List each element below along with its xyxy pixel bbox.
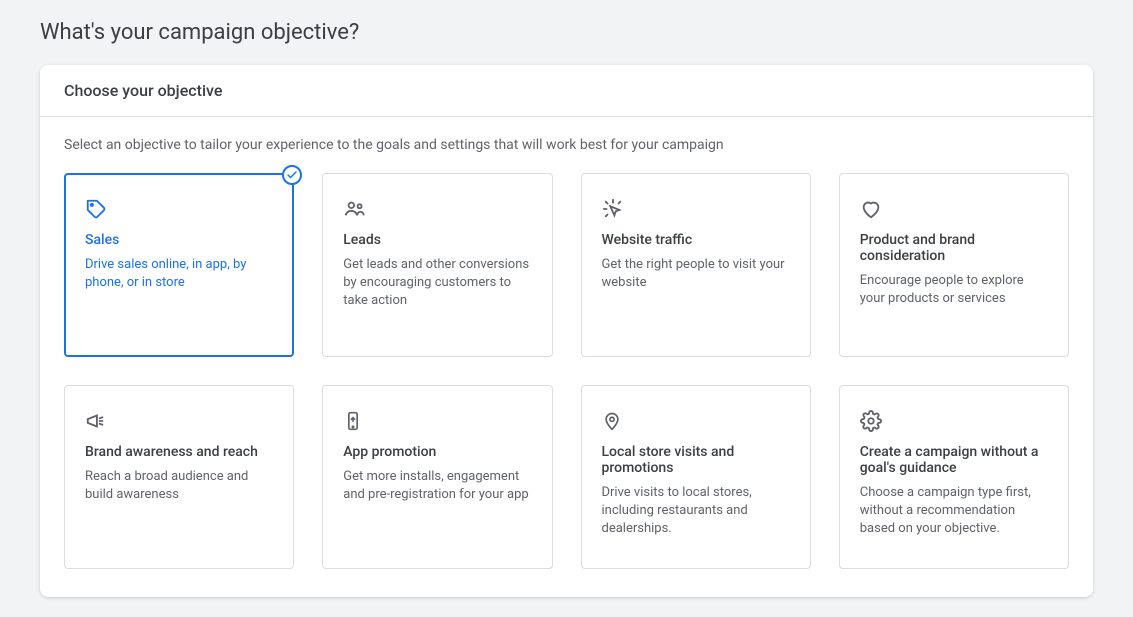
panel-header: Choose your objective <box>40 65 1093 117</box>
card-desc: Reach a broad audience and build awarene… <box>85 468 273 504</box>
selected-check-icon <box>282 165 302 185</box>
objective-card-app-promotion[interactable]: App promotion Get more installs, engagem… <box>322 385 552 569</box>
objective-card-website-traffic[interactable]: Website traffic Get the right people to … <box>581 173 811 357</box>
objective-grid: Sales Drive sales online, in app, by pho… <box>64 173 1069 569</box>
map-pin-icon <box>602 406 790 436</box>
objective-card-sales[interactable]: Sales Drive sales online, in app, by pho… <box>64 173 294 357</box>
card-title: Leads <box>343 232 531 248</box>
objective-card-brand-awareness[interactable]: Brand awareness and reach Reach a broad … <box>64 385 294 569</box>
people-icon <box>343 194 531 224</box>
card-title: Brand awareness and reach <box>85 444 273 460</box>
gear-icon <box>860 406 1048 436</box>
objective-panel: Choose your objective Select an objectiv… <box>40 65 1093 597</box>
card-desc: Drive visits to local stores, including … <box>602 484 790 539</box>
card-desc: Encourage people to explore your product… <box>860 272 1048 308</box>
card-title: Website traffic <box>602 232 790 248</box>
objective-card-no-goal[interactable]: Create a campaign without a goal's guida… <box>839 385 1069 569</box>
card-title: Create a campaign without a goal's guida… <box>860 444 1048 476</box>
objective-card-leads[interactable]: Leads Get leads and other conversions by… <box>322 173 552 357</box>
card-title: Sales <box>85 232 273 248</box>
megaphone-icon <box>85 406 273 436</box>
card-desc: Drive sales online, in app, by phone, or… <box>85 256 273 292</box>
card-title: Local store visits and promotions <box>602 444 790 476</box>
tag-icon <box>85 194 273 224</box>
objective-card-product-brand[interactable]: Product and brand consideration Encourag… <box>839 173 1069 357</box>
objective-card-local-store[interactable]: Local store visits and promotions Drive … <box>581 385 811 569</box>
smartphone-icon <box>343 406 531 436</box>
card-desc: Get more installs, engagement and pre-re… <box>343 468 531 504</box>
card-title: Product and brand consideration <box>860 232 1048 264</box>
card-desc: Choose a campaign type first, without a … <box>860 484 1048 539</box>
heart-icon <box>860 194 1048 224</box>
help-text: Select an objective to tailor your exper… <box>64 137 1069 153</box>
card-desc: Get leads and other conversions by encou… <box>343 256 531 311</box>
card-title: App promotion <box>343 444 531 460</box>
card-desc: Get the right people to visit your websi… <box>602 256 790 292</box>
page-title: What's your campaign objective? <box>40 20 1093 45</box>
panel-body: Select an objective to tailor your exper… <box>40 117 1093 597</box>
cursor-click-icon <box>602 194 790 224</box>
